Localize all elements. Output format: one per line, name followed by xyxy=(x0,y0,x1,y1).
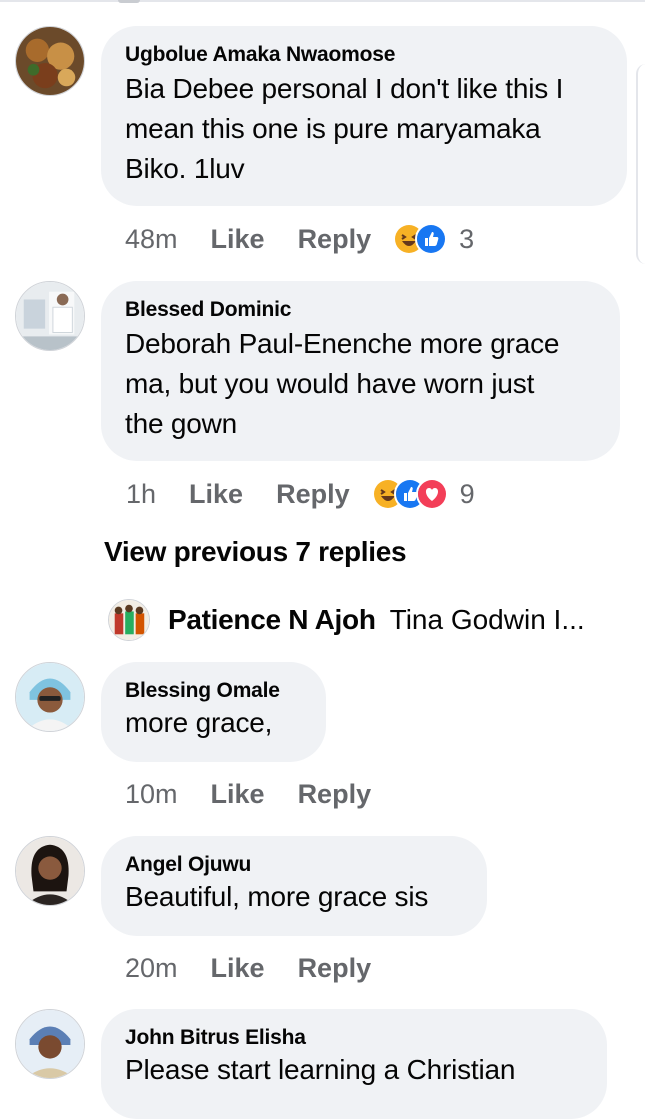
comment-text-line: Please start learning a Christian xyxy=(125,1054,516,1085)
comment-bubble[interactable]: Blessing Omale more grace, xyxy=(101,662,326,762)
avatar[interactable] xyxy=(15,281,85,351)
like-button[interactable]: Like xyxy=(211,953,265,984)
comment-author[interactable]: John Bitrus Elisha xyxy=(125,1026,583,1050)
comment-bubble[interactable]: Blessed Dominic Deborah Paul-Enenche mor… xyxy=(101,281,620,461)
avatar[interactable] xyxy=(15,26,85,96)
reply-button[interactable]: Reply xyxy=(276,479,350,510)
comment-bubble[interactable]: Ugbolue Amaka Nwaomose Bia Debee persona… xyxy=(101,26,627,206)
like-button[interactable]: Like xyxy=(211,779,265,810)
reply-button[interactable]: Reply xyxy=(298,779,372,810)
comment-bubble[interactable]: John Bitrus Elisha Please start learning… xyxy=(101,1009,607,1119)
comment-actions: 20m Like Reply xyxy=(125,948,371,988)
comment-text-line: Deborah Paul-Enenche more grace xyxy=(125,328,560,359)
comment-actions: 10m Like Reply xyxy=(125,774,371,814)
previous-avatar-edge xyxy=(118,0,140,3)
comment-text-line: more grace, xyxy=(125,707,273,738)
comment-text-line: ma, but you would have worn just xyxy=(125,368,535,399)
comment-actions: 48m Like Reply 3 xyxy=(125,219,474,259)
reply-text: Tina Godwin I... xyxy=(389,604,585,635)
avatar[interactable] xyxy=(15,662,85,732)
comment-text-line: the gown xyxy=(125,408,238,439)
avatar[interactable] xyxy=(15,1009,85,1079)
reply-button[interactable]: Reply xyxy=(298,953,372,984)
comment-text-line: Bia Debee personal I don't like this I xyxy=(125,73,564,104)
reply-preview[interactable]: Patience N Ajoh Tina Godwin I... xyxy=(108,598,585,642)
comment-bubble[interactable]: Angel Ojuwu Beautiful, more grace sis xyxy=(101,836,487,936)
like-button[interactable]: Like xyxy=(189,479,243,510)
like-button[interactable]: Like xyxy=(211,224,265,255)
comment-text-line: Biko. 1luv xyxy=(125,153,245,184)
comment-author[interactable]: Blessing Omale xyxy=(125,679,302,703)
reply-button[interactable]: Reply xyxy=(298,224,372,255)
avatar[interactable] xyxy=(15,836,85,906)
avatar[interactable] xyxy=(108,599,150,641)
top-divider xyxy=(0,0,645,2)
comment-actions: 1h Like Reply 9 xyxy=(126,474,475,514)
view-previous-replies-link[interactable]: View previous 7 replies xyxy=(104,536,407,568)
comment-text-line: mean this one is pure maryamaka xyxy=(125,113,541,144)
reaction-count: 9 xyxy=(459,478,475,509)
comment-author[interactable]: Angel Ojuwu xyxy=(125,853,463,877)
comment-author[interactable]: Ugbolue Amaka Nwaomose xyxy=(125,43,603,67)
reply-author[interactable]: Patience N Ajoh xyxy=(168,604,376,636)
love-reaction-icon xyxy=(415,478,448,510)
comment-author[interactable]: Blessed Dominic xyxy=(125,298,596,322)
reaction-count: 3 xyxy=(459,223,475,254)
reaction-summary[interactable]: 3 xyxy=(393,223,474,255)
comment-text-line: Beautiful, more grace sis xyxy=(125,881,429,912)
comment-timestamp[interactable]: 20m xyxy=(125,953,178,984)
reaction-summary[interactable]: 9 xyxy=(371,478,475,510)
comment-timestamp[interactable]: 48m xyxy=(125,224,178,255)
comment-timestamp[interactable]: 10m xyxy=(125,779,178,810)
scroll-edge xyxy=(636,64,645,264)
comment-timestamp[interactable]: 1h xyxy=(126,479,156,510)
like-reaction-icon xyxy=(415,223,448,255)
